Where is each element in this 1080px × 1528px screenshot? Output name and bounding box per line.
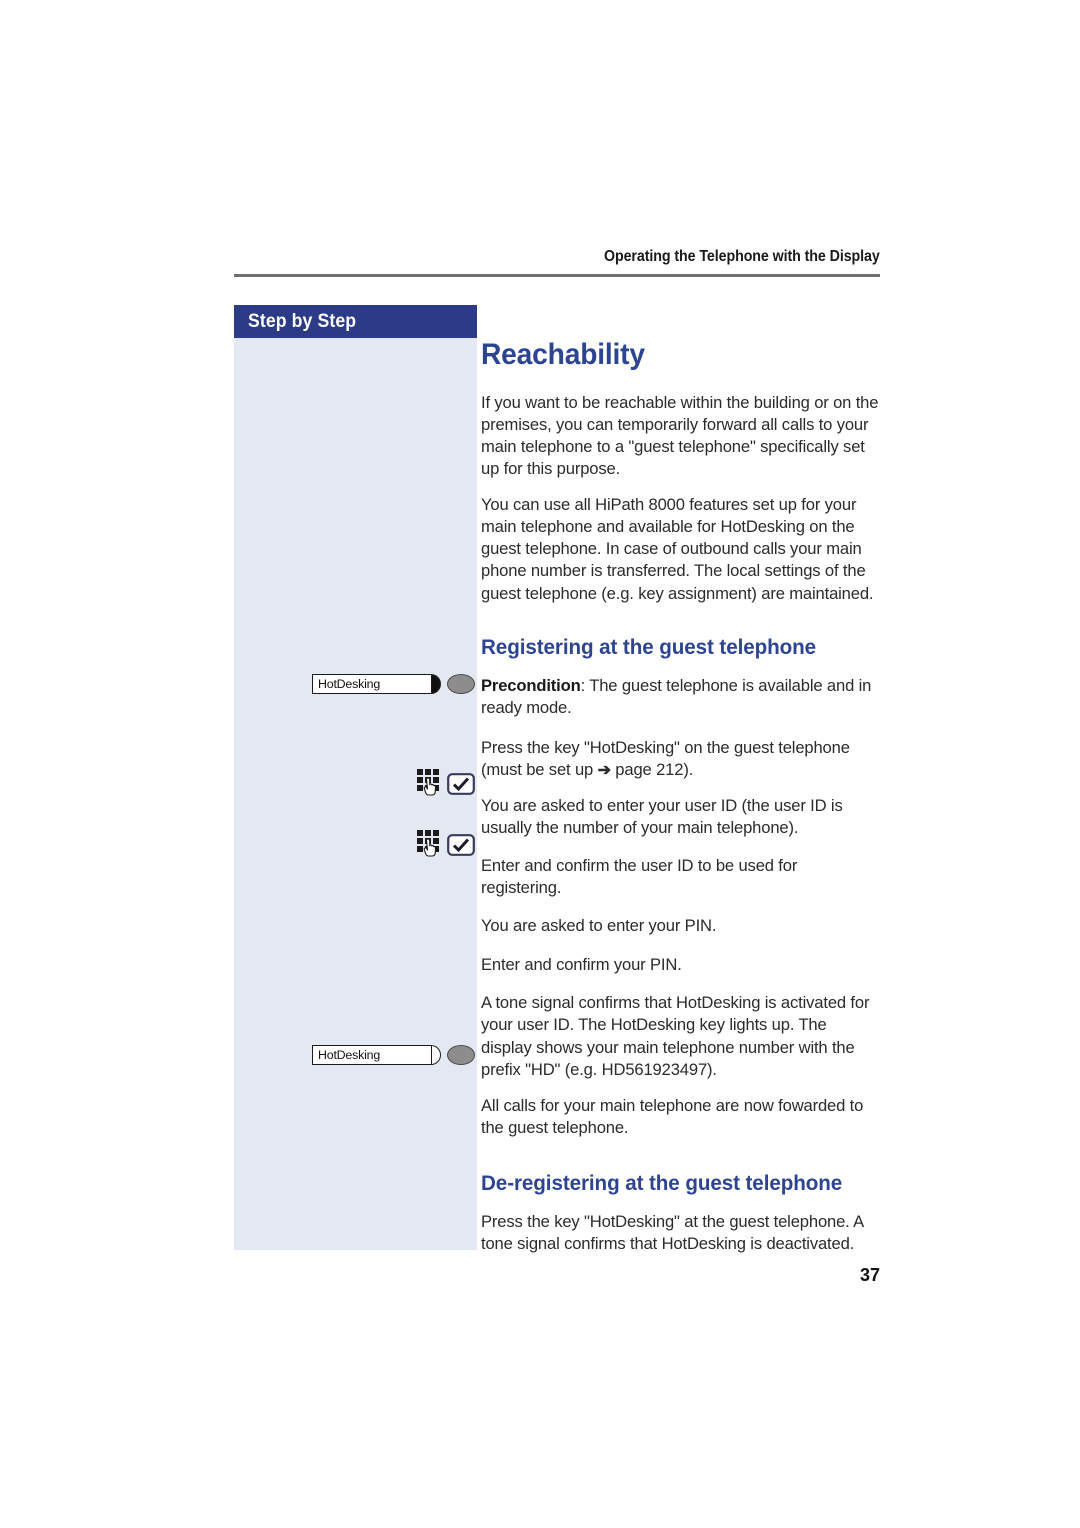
confirm-checkmark-icon	[447, 773, 475, 795]
step-enter-pin: Enter and confirm your PIN.	[481, 955, 682, 975]
entry-icon-pair-userid	[417, 769, 475, 799]
page-title: Reachability	[481, 338, 645, 371]
step-press-key-text-2: page 212).	[610, 759, 694, 779]
hotdesking-key-cap-1	[430, 674, 442, 694]
step-enter-user-id: Enter and confirm the user ID to be used…	[481, 856, 798, 898]
entry-icon-pair-pin	[417, 830, 475, 860]
hotdesking-key-cap-2	[430, 1045, 442, 1065]
hotdesking-key-led-2	[447, 1045, 476, 1065]
hotdesking-key-body-1: HotDesking	[312, 674, 432, 694]
hotdesking-key-label-1: HotDesking	[318, 676, 381, 691]
hotdesking-key-led-1	[447, 674, 476, 694]
keypad-with-hand-icon	[417, 830, 439, 857]
confirm-checkmark-icon	[447, 834, 475, 856]
running-header-text: Operating the Telephone with the Display	[604, 248, 880, 265]
hotdesking-key-label-2: HotDesking	[318, 1047, 381, 1062]
step-deregister-press-key: Press the key "HotDesking" at the guest …	[481, 1211, 864, 1253]
main-content: Reachability If you want to be reachable…	[481, 338, 881, 1255]
arrow-right-icon: ➔	[597, 761, 611, 779]
running-header: Operating the Telephone with the Display	[234, 248, 880, 266]
step-tone-signal: A tone signal confirms that HotDesking i…	[481, 993, 870, 1079]
step-asked-user-id: You are asked to enter your user ID (the…	[481, 796, 843, 838]
precondition-paragraph: Precondition: The guest telephone is ava…	[481, 675, 881, 719]
intro-paragraph-1: If you want to be reachable within the b…	[481, 393, 879, 479]
keypad-with-hand-icon	[417, 769, 439, 796]
step-asked-pin: You are asked to enter your PIN.	[481, 916, 717, 936]
precondition-label: Precondition	[481, 675, 581, 695]
step-press-key-paragraph: Press the key "HotDesking" on the guest …	[481, 737, 881, 781]
section-heading-registering: Registering at the guest telephone	[481, 634, 817, 659]
section-heading-deregistering: De-registering at the guest telephone	[481, 1170, 843, 1195]
hotdesking-key-icon-1[interactable]: HotDesking	[312, 674, 476, 694]
step-all-calls-forwarded: All calls for your main telephone are no…	[481, 1095, 864, 1137]
hotdesking-key-body-2: HotDesking	[312, 1045, 432, 1065]
page-number: 37	[859, 1265, 880, 1285]
header-rule	[234, 274, 880, 277]
intro-paragraph-2: You can use all HiPath 8000 features set…	[481, 495, 874, 603]
step-by-step-title: Step by Step	[248, 311, 357, 332]
hotdesking-key-icon-2[interactable]: HotDesking	[312, 1045, 476, 1065]
